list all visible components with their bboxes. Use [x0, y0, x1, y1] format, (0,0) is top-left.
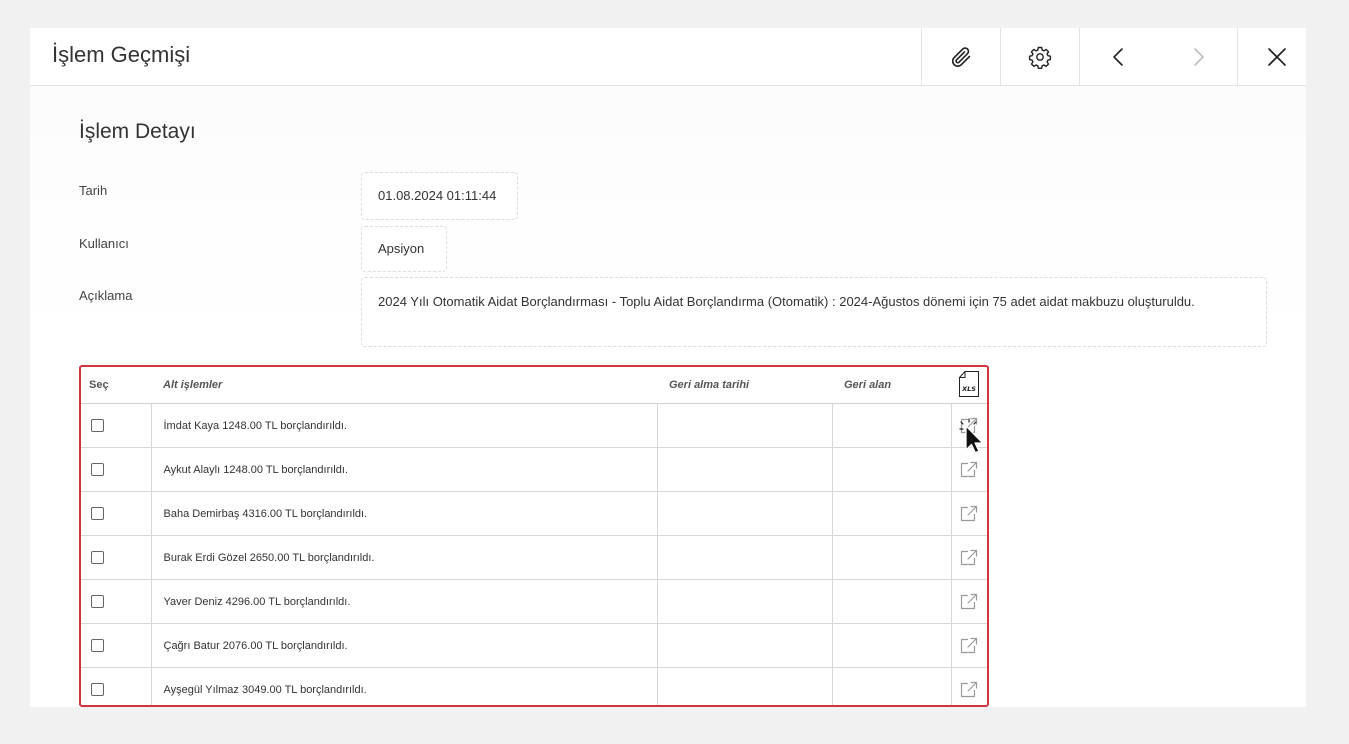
row-undone-by	[831, 579, 951, 624]
attach-button[interactable]	[921, 28, 1000, 85]
row-sub-op-text: İmdat Kaya 1248.00 TL borçlandırıldı.	[150, 403, 657, 448]
external-link-icon[interactable]	[960, 681, 978, 699]
previous-button[interactable]	[1079, 28, 1158, 85]
page-title: İşlem Geçmişi	[52, 42, 191, 67]
table-row: Çağrı Batur 2076.00 TL borçlandırıldı.	[81, 623, 987, 668]
row-undo-date	[656, 667, 832, 705]
table-body: İmdat Kaya 1248.00 TL borçlandırıldı. Ayk…	[81, 403, 987, 705]
table-row: Ayşegül Yılmaz 3049.00 TL borçlandırıldı…	[81, 667, 987, 705]
row-undo-date	[656, 403, 832, 448]
table-row: Aykut Alaylı 1248.00 TL borçlandırıldı.	[81, 447, 987, 492]
row-open-cell	[950, 667, 987, 705]
table-row: Yaver Deniz 4296.00 TL borçlandırıldı.	[81, 579, 987, 624]
row-undo-date	[656, 447, 832, 492]
external-link-icon[interactable]	[960, 637, 978, 655]
history-panel: İşlem Geçmişi İşlem Detayı Tarih 01.08.2…	[30, 28, 1306, 707]
row-checkbox[interactable]	[91, 639, 104, 652]
chevron-left-icon	[1113, 47, 1123, 66]
row-checkbox[interactable]	[91, 683, 104, 696]
row-select-cell	[81, 403, 151, 448]
row-sub-op-text: Aykut Alaylı 1248.00 TL borçlandırıldı.	[150, 447, 657, 492]
col-undone-by-header: Geri alan	[832, 367, 951, 404]
row-checkbox[interactable]	[91, 507, 104, 520]
row-checkbox[interactable]	[91, 595, 104, 608]
col-select-header: Seç	[81, 367, 151, 404]
row-sub-op-text: Burak Erdi Gözel 2650.00 TL borçlandırıl…	[150, 535, 657, 580]
row-undone-by	[831, 447, 951, 492]
row-select-cell	[81, 579, 151, 624]
external-link-icon[interactable]	[960, 593, 978, 611]
row-undo-date	[656, 535, 832, 580]
row-checkbox[interactable]	[91, 463, 104, 476]
row-undo-date	[656, 491, 832, 536]
table-row: İmdat Kaya 1248.00 TL borçlandırıldı.	[81, 403, 987, 448]
external-link-icon[interactable]	[960, 505, 978, 523]
xls-label: XLS	[961, 385, 976, 393]
row-open-cell	[950, 623, 987, 668]
description-label: Açıklama	[79, 288, 133, 303]
row-select-cell	[81, 491, 151, 536]
row-checkbox[interactable]	[91, 551, 104, 564]
external-link-icon[interactable]	[960, 417, 978, 435]
row-select-cell	[81, 623, 151, 668]
row-open-cell	[950, 491, 987, 536]
close-icon	[1268, 47, 1286, 66]
date-value: 01.08.2024 01:11:44	[361, 172, 518, 220]
row-open-cell	[950, 535, 987, 580]
table-header-row: Seç Alt işlemler Geri alma tarihi Geri a…	[81, 367, 987, 404]
row-select-cell	[81, 667, 151, 705]
user-value: Apsiyon	[361, 226, 447, 272]
settings-button[interactable]	[1000, 28, 1079, 85]
row-undone-by	[831, 623, 951, 668]
row-undone-by	[831, 667, 951, 705]
col-export-header: XLS	[951, 367, 987, 404]
section-title: İşlem Detayı	[79, 120, 196, 143]
row-sub-op-text: Baha Demirbaş 4316.00 TL borçlandırıldı.	[150, 491, 657, 536]
row-open-cell	[950, 403, 987, 448]
row-undo-date	[656, 623, 832, 668]
row-select-cell	[81, 535, 151, 580]
row-open-cell	[950, 447, 987, 492]
sub-operations-table: Seç Alt işlemler Geri alma tarihi Geri a…	[79, 365, 989, 707]
paperclip-icon	[951, 46, 971, 67]
row-open-cell	[950, 579, 987, 624]
date-label: Tarih	[79, 183, 108, 198]
col-undo-date-header: Geri alma tarihi	[657, 367, 832, 404]
chevron-right-icon	[1193, 47, 1204, 66]
row-checkbox[interactable]	[91, 419, 104, 432]
user-label: Kullanıcı	[79, 236, 129, 251]
close-button[interactable]	[1237, 28, 1306, 85]
external-link-icon[interactable]	[960, 549, 978, 567]
gear-icon	[1028, 46, 1052, 69]
row-select-cell	[81, 447, 151, 492]
row-undo-date	[656, 579, 832, 624]
row-sub-op-text: Ayşegül Yılmaz 3049.00 TL borçlandırıldı…	[150, 667, 657, 705]
row-sub-op-text: Çağrı Batur 2076.00 TL borçlandırıldı.	[150, 623, 657, 668]
detail-content: İşlem Detayı Tarih 01.08.2024 01:11:44 K…	[30, 86, 1306, 707]
col-sub-ops-header: Alt işlemler	[151, 367, 657, 404]
row-undone-by	[831, 535, 951, 580]
next-button[interactable]	[1158, 28, 1237, 85]
row-undone-by	[831, 491, 951, 536]
header-toolbar	[921, 28, 1306, 85]
panel-header: İşlem Geçmişi	[30, 28, 1306, 86]
external-link-icon[interactable]	[960, 461, 978, 479]
xls-export-icon[interactable]: XLS	[958, 370, 980, 398]
table-row: Burak Erdi Gözel 2650.00 TL borçlandırıl…	[81, 535, 987, 580]
row-undone-by	[831, 403, 951, 448]
table-row: Baha Demirbaş 4316.00 TL borçlandırıldı.	[81, 491, 987, 536]
row-sub-op-text: Yaver Deniz 4296.00 TL borçlandırıldı.	[150, 579, 657, 624]
description-value: 2024 Yılı Otomatik Aidat Borçlandırması …	[361, 277, 1267, 347]
